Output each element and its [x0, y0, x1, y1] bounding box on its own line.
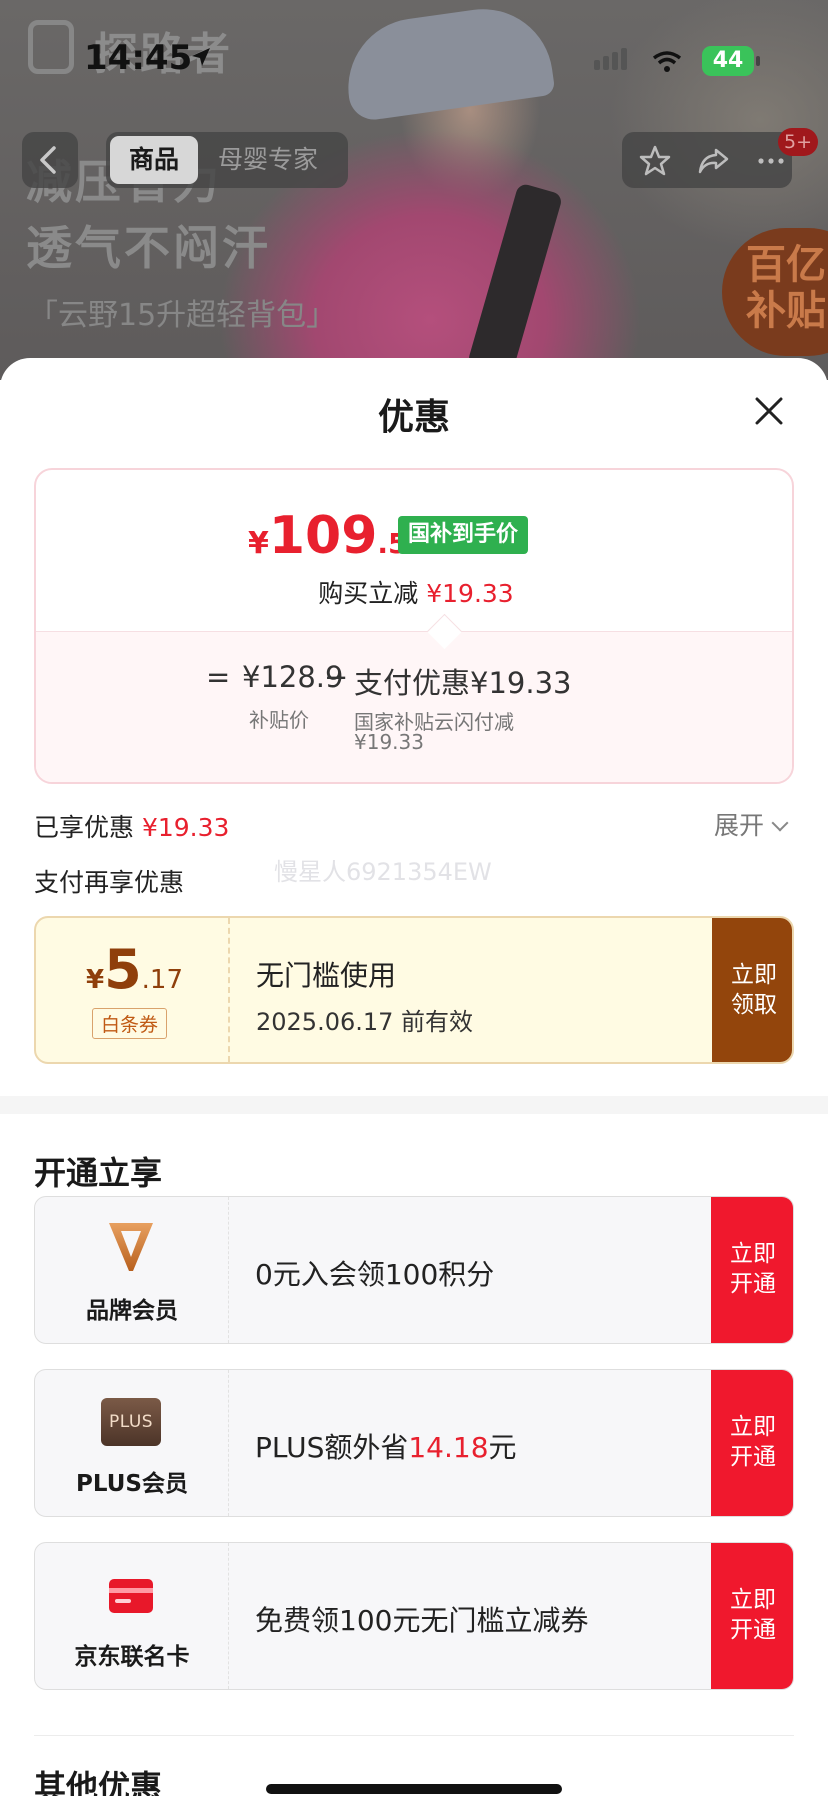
expand-button[interactable]: 展开	[714, 806, 789, 842]
enjoyed-discount: 已享优惠 ¥19.33	[34, 808, 229, 844]
claim-coupon-label: 立即 领取	[731, 962, 777, 1018]
minus-sign: −	[324, 660, 349, 694]
location-arrow-icon	[192, 48, 210, 66]
plus-icon-text: PLUS	[108, 1412, 154, 1432]
product-headline-2: 透气不闷汗	[26, 221, 271, 275]
plus-member-card: PLUS PLUS会员 PLUS额外省14.18元 立即 开通	[34, 1369, 794, 1517]
plus-desc-suffix: 元	[488, 1431, 517, 1464]
open-jd-card-button[interactable]: 立即 开通	[711, 1543, 793, 1689]
expand-label: 展开	[714, 811, 765, 840]
jd-card-panel: 京东联名卡	[35, 1543, 229, 1689]
coupon-yen: ¥	[86, 965, 105, 995]
brand-logo-icon	[28, 20, 74, 74]
sheet-title: 优惠	[377, 397, 450, 438]
watermark: 慢星人6921354EW	[274, 858, 492, 886]
tab-product[interactable]: 商品	[110, 136, 198, 184]
coupon-validity: 2025.06.17 前有效	[256, 1008, 474, 1036]
battery-icon: 44	[702, 46, 754, 76]
coupon-amount-panel: ¥5.17 白条券	[36, 918, 230, 1062]
coupon-decimal: .17	[141, 965, 184, 995]
status-time: 14:45	[84, 38, 193, 78]
open-brand-member-label: 立即 开通	[730, 1241, 776, 1297]
tab-expert[interactable]: 母婴专家	[218, 136, 318, 184]
plus-member-name: PLUS会员	[76, 1471, 188, 1497]
discount-sheet: 优惠 ¥109.57 国补到手价 购买立减 ¥19.33 = ¥128.9 补贴…	[0, 358, 828, 1796]
star-icon[interactable]	[638, 144, 672, 178]
coupon-integer: 5	[104, 938, 142, 1001]
coupon-amount: ¥5.17	[86, 938, 183, 1001]
chevron-down-icon	[771, 814, 789, 832]
pay-more-title: 支付再享优惠	[34, 868, 185, 897]
card-chip	[115, 1599, 131, 1603]
payment-discount: 支付优惠¥19.33	[354, 666, 572, 700]
open-brand-member-button[interactable]: 立即 开通	[711, 1197, 793, 1343]
section-divider	[0, 1096, 828, 1114]
brand-v-icon	[109, 1223, 153, 1271]
close-icon[interactable]	[750, 392, 788, 430]
brand-member-desc: 0元入会领100积分	[255, 1258, 495, 1291]
product-subtitle: 「云野15升超轻背包」	[28, 298, 337, 333]
buy-discount-amount: ¥19.33	[426, 579, 514, 608]
open-plus-member-label: 立即 开通	[730, 1414, 776, 1470]
share-icon[interactable]	[696, 144, 730, 178]
plus-desc-amount: 14.18	[408, 1431, 489, 1464]
plus-member-panel: PLUS PLUS会员	[35, 1370, 229, 1516]
baitiao-coupon: ¥5.17 白条券 无门槛使用 2025.06.17 前有效 立即 领取	[34, 916, 794, 1064]
buy-discount-row: 购买立减 ¥19.33	[36, 574, 792, 610]
equals-sign: =	[206, 660, 231, 694]
open-plus-member-button[interactable]: 立即 开通	[711, 1370, 793, 1516]
subsidy-badge-text: 百亿 补贴	[746, 242, 826, 334]
buy-discount-label: 购买立减	[318, 579, 419, 608]
coupon-type-badge: 白条券	[92, 1008, 168, 1039]
chevron-left-icon	[40, 146, 56, 174]
plus-icon: PLUS	[101, 1398, 161, 1446]
jd-card-card: 京东联名卡 免费领100元无门槛立减券 立即 开通	[34, 1542, 794, 1690]
product-backdrop: 探路者 减压省力 透气不闷汗 「云野15升超轻背包」 百亿 补贴 14:45 4…	[0, 0, 828, 380]
plus-member-desc: PLUS额外省14.18元	[255, 1426, 517, 1466]
claim-coupon-button[interactable]: 立即 领取	[712, 918, 792, 1062]
brand-member-card: 品牌会员 0元入会领100积分 立即 开通	[34, 1196, 794, 1344]
notification-badge: 5+	[778, 128, 819, 156]
plus-desc-prefix: PLUS额外省	[255, 1431, 409, 1464]
final-price-integer: 109	[268, 506, 378, 566]
credit-card-icon	[109, 1579, 153, 1613]
brand-member-name: 品牌会员	[86, 1298, 178, 1324]
other-discounts-title: 其他优惠	[34, 1768, 163, 1796]
back-button[interactable]	[22, 132, 78, 188]
open-jd-card-label: 立即 开通	[730, 1587, 776, 1643]
jd-card-name: 京东联名卡	[74, 1644, 190, 1670]
home-indicator[interactable]	[266, 1784, 562, 1794]
brand-member-panel: 品牌会员	[35, 1197, 229, 1343]
jd-card-desc: 免费领100元无门槛立减券	[255, 1604, 589, 1637]
price-card: ¥109.57 国补到手价 购买立减 ¥19.33 = ¥128.9 补贴价 −…	[34, 468, 794, 784]
enjoyed-amount: ¥19.33	[141, 813, 230, 842]
enjoyed-label: 已享优惠	[34, 813, 135, 842]
battery-level: 44	[712, 48, 744, 73]
wifi-icon	[652, 51, 682, 72]
coupon-title: 无门槛使用	[256, 959, 397, 992]
base-price-label: 补贴价	[249, 708, 309, 732]
open-benefits-title: 开通立享	[34, 1154, 163, 1192]
payment-discount-desc-2: ¥19.33	[354, 730, 424, 754]
price-tag: 国补到手价	[398, 516, 529, 554]
final-price-yen: ¥	[248, 526, 269, 561]
bottom-divider	[34, 1735, 794, 1736]
card-stripe	[109, 1588, 153, 1593]
battery-cap	[756, 56, 760, 66]
